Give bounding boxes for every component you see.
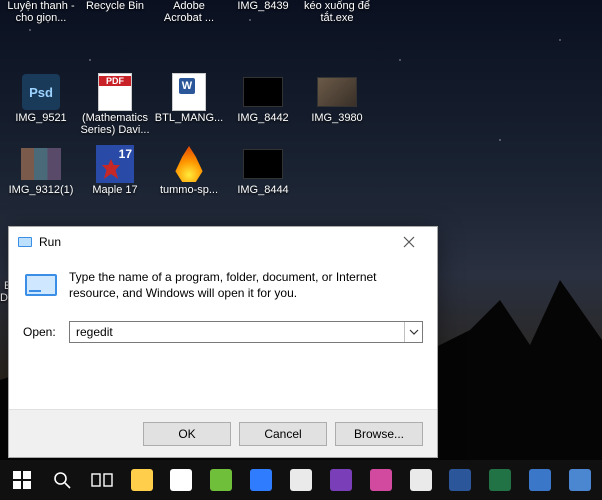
desktop-icon[interactable]: kéo xuống để tắt.exe — [300, 0, 374, 72]
thumb-icon — [243, 74, 283, 110]
excel-icon[interactable] — [480, 460, 520, 500]
desktop-icon-label: Luyện thanh - cho giọn... — [4, 0, 78, 24]
coccoc-icon[interactable] — [201, 460, 241, 500]
desktop-icon[interactable]: Recycle Bin — [78, 0, 152, 72]
desktop-icon-label: Adobe Acrobat ... — [152, 0, 226, 24]
desktop-icon-label: tummo-sp... — [158, 184, 220, 196]
desktop-icon-label: IMG_9312(1) — [7, 184, 76, 196]
store-icon[interactable] — [161, 460, 201, 500]
desktop-icon[interactable]: IMG_8442 — [226, 72, 300, 144]
app-blue-2[interactable] — [560, 460, 600, 500]
desktop-icon-label: IMG_8442 — [235, 112, 290, 124]
desktop-icon[interactable]: IMG_8444 — [226, 144, 300, 216]
desktop-icon-label: IMG_9521 — [13, 112, 68, 124]
run-icon — [17, 234, 33, 250]
run-dialog: Run Type the name of a program, folder, … — [8, 226, 438, 458]
desktop-icon-label: (Mathematics Series) Davi... — [78, 112, 152, 136]
people-icon — [21, 146, 61, 182]
zalo-icon[interactable] — [241, 460, 281, 500]
desktop-icon[interactable]: Luyện thanh - cho giọn... — [4, 0, 78, 72]
chevron-down-icon[interactable] — [404, 322, 422, 342]
search-icon[interactable] — [42, 460, 82, 500]
open-combobox[interactable] — [69, 321, 423, 343]
run-button-row: OK Cancel Browse... — [9, 409, 437, 457]
desktop-icon[interactable]: Adobe Acrobat ... — [152, 0, 226, 72]
app-white-1[interactable] — [281, 460, 321, 500]
app-white-2[interactable] — [401, 460, 441, 500]
desktop-icon[interactable]: IMG_3980 — [300, 72, 374, 144]
desktop-icon[interactable]: (Mathematics Series) Davi... — [78, 72, 152, 144]
visual-studio-icon[interactable] — [321, 460, 361, 500]
open-input[interactable] — [70, 322, 404, 342]
desktop-icon[interactable]: BTL_MANG... — [152, 72, 226, 144]
psd-icon: Psd — [21, 74, 61, 110]
word-icon[interactable] — [440, 460, 480, 500]
task-view-icon[interactable] — [82, 460, 122, 500]
desktop-icon-label: IMG_8444 — [235, 184, 290, 196]
open-label: Open: — [23, 325, 69, 339]
pdf-icon — [95, 74, 135, 110]
close-button[interactable] — [387, 228, 431, 256]
file-explorer-icon[interactable] — [122, 460, 162, 500]
run-titlebar[interactable]: Run — [9, 227, 437, 257]
desktop-icon-label: BTL_MANG... — [153, 112, 225, 124]
maple-icon: 17 — [95, 146, 135, 182]
picsart-icon[interactable] — [361, 460, 401, 500]
desktop-icon[interactable]: IMG_8439 — [226, 0, 300, 72]
app-blue-1[interactable] — [520, 460, 560, 500]
taskbar[interactable] — [0, 460, 602, 500]
desktop-icon-label: kéo xuống để tắt.exe — [300, 0, 374, 24]
thumb photo-icon — [317, 74, 357, 110]
thumb-icon — [243, 146, 283, 182]
run-message: Type the name of a program, folder, docu… — [69, 267, 423, 301]
start[interactable] — [2, 460, 42, 500]
cancel-button[interactable]: Cancel — [239, 422, 327, 446]
ok-button[interactable]: OK — [143, 422, 231, 446]
run-big-icon — [23, 267, 59, 303]
desktop-icon[interactable]: 17 Maple 17 — [78, 144, 152, 216]
desktop-icon-label: Recycle Bin — [84, 0, 146, 12]
desktop-icon-label: IMG_8439 — [235, 0, 290, 12]
fire-icon — [169, 146, 209, 182]
desktop-icon[interactable]: tummo-sp... — [152, 144, 226, 216]
run-title: Run — [39, 235, 387, 249]
desktop-icon-label: IMG_3980 — [309, 112, 364, 124]
desktop-icon[interactable]: IMG_9312(1) — [4, 144, 78, 216]
desktop-icon-label: Maple 17 — [90, 184, 139, 196]
docx-icon — [169, 74, 209, 110]
browse-button[interactable]: Browse... — [335, 422, 423, 446]
desktop-icon[interactable]: Psd IMG_9521 — [4, 72, 78, 144]
